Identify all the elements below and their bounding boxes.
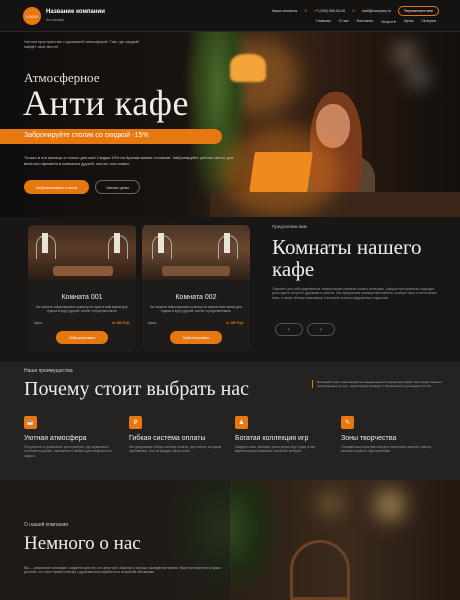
room-price: Цена: от 250 Руб. xyxy=(34,321,130,325)
hero-pretext: Уютное пространство с домашней атмосферо… xyxy=(24,40,139,49)
cozy-icon: ☕ xyxy=(24,416,37,429)
feature-item: ☕ Уютная атмосфера Погрузитесь в уникаль… xyxy=(24,416,124,458)
feature-item: ♟ Богатая коллекция игр Найдите свою люб… xyxy=(235,416,335,454)
chair-image xyxy=(290,540,350,600)
rooms-description: Откройте для себя уединённые тематически… xyxy=(272,287,437,300)
email-icon: ✉ xyxy=(352,9,356,13)
feature-item: ✎ Зоны творчества Специальные пространст… xyxy=(341,416,441,454)
nav-about[interactable]: О нас xyxy=(339,19,349,24)
lamp-light xyxy=(320,495,340,513)
promo-banner: Забронируйте столик со скидкой -15% xyxy=(0,129,222,144)
book-room-button[interactable]: Забронировать xyxy=(170,331,222,344)
about-pretitle: О нашей компании xyxy=(24,522,69,528)
feature-title: Уютная атмосфера xyxy=(24,435,87,442)
room-description: Вы можете забронировать комнату на нужно… xyxy=(36,305,128,314)
advantages-pretitle: Наши преимущества xyxy=(24,368,73,374)
logo[interactable]: LOGO xyxy=(23,7,41,25)
company-name: Название компании xyxy=(46,9,105,15)
main-nav: Главная О нас Контакты Услуги ▾ Цены Гал… xyxy=(316,19,436,24)
contacts-link[interactable]: Наши контакты xyxy=(272,9,298,13)
phone-icon: ✆ xyxy=(304,9,308,13)
site-header xyxy=(0,0,460,32)
room-title: Комната 001 xyxy=(61,294,103,301)
advantages-title: Почему стоит выбрать нас xyxy=(24,378,250,400)
carousel-prev-button[interactable]: ‹ xyxy=(275,323,303,336)
feature-title: Гибкая система оплаты xyxy=(129,435,206,442)
feature-description: Погрузитесь в уникальное пространство, г… xyxy=(24,445,112,458)
advantages-note: Выбирайте нас и наслаждайтесь выдающимис… xyxy=(312,380,452,389)
feature-item: ₽ Гибкая система оплаты Мы предлагаем ги… xyxy=(129,416,229,454)
nav-gallery[interactable]: Галерея xyxy=(421,19,436,24)
feature-description: Мы предлагаем гибкую систему оплаты, где… xyxy=(129,445,222,454)
callback-button[interactable]: Перезвоните мне xyxy=(397,6,439,16)
room-title: Комната 002 xyxy=(175,294,217,301)
nav-prices[interactable]: Цены xyxy=(404,19,414,24)
room-image xyxy=(142,225,250,280)
hero-title: Анти кафе xyxy=(23,83,189,123)
book-room-button[interactable]: Забронировать xyxy=(56,331,108,344)
rooms-pretitle: Предлагаем вам xyxy=(272,224,307,229)
room-card: Комната 001 Вы можете забронировать комн… xyxy=(28,225,136,352)
rooms-title: Комнаты нашего кафе xyxy=(272,235,422,281)
creativity-icon: ✎ xyxy=(341,416,354,429)
lamp-image xyxy=(230,54,266,82)
room-image xyxy=(28,225,136,280)
lamp-light xyxy=(375,490,405,520)
room-card: Комната 002 Вы можете забронировать комн… xyxy=(142,225,250,352)
feature-title: Богатая коллекция игр xyxy=(235,435,309,442)
nav-services[interactable]: Услуги ▾ xyxy=(381,19,396,24)
feature-description: Найдите свою любимую настольную игру сре… xyxy=(235,445,316,454)
about-description: Мы — уникальное антикафе, созданное для … xyxy=(24,566,222,575)
window-light xyxy=(395,47,415,61)
feature-description: Специальные пространства для творческих … xyxy=(341,445,433,454)
book-table-button[interactable]: Забронировать столик xyxy=(24,180,89,194)
nav-contacts[interactable]: Контакты xyxy=(357,19,373,24)
company-slogan: Антикафе xyxy=(46,17,65,22)
nav-home[interactable]: Главная xyxy=(316,19,330,24)
hero-description: Только в эти месяцы и только для вас! Ск… xyxy=(24,155,234,166)
window-light xyxy=(410,72,426,82)
email-address[interactable]: mail@company.ru xyxy=(362,9,391,13)
payment-icon: ₽ xyxy=(129,416,142,429)
feature-title: Зоны творчества xyxy=(341,435,397,442)
about-title: Немного о нас xyxy=(24,533,141,554)
see-prices-button[interactable]: Узнать цены xyxy=(95,180,140,194)
phone-number[interactable]: +7 (000) 000-00-00 xyxy=(314,9,345,13)
games-icon: ♟ xyxy=(235,416,248,429)
chevron-down-icon: ▾ xyxy=(393,20,396,24)
header-contacts: Наши контакты ✆ +7 (000) 000-00-00 ✉ mai… xyxy=(272,6,439,16)
room-description: Вы можете забронировать комнату на нужно… xyxy=(150,305,242,314)
carousel-next-button[interactable]: › xyxy=(307,323,335,336)
room-price: Цена: от 250 Руб. xyxy=(148,321,244,325)
laptop-image xyxy=(249,152,313,192)
